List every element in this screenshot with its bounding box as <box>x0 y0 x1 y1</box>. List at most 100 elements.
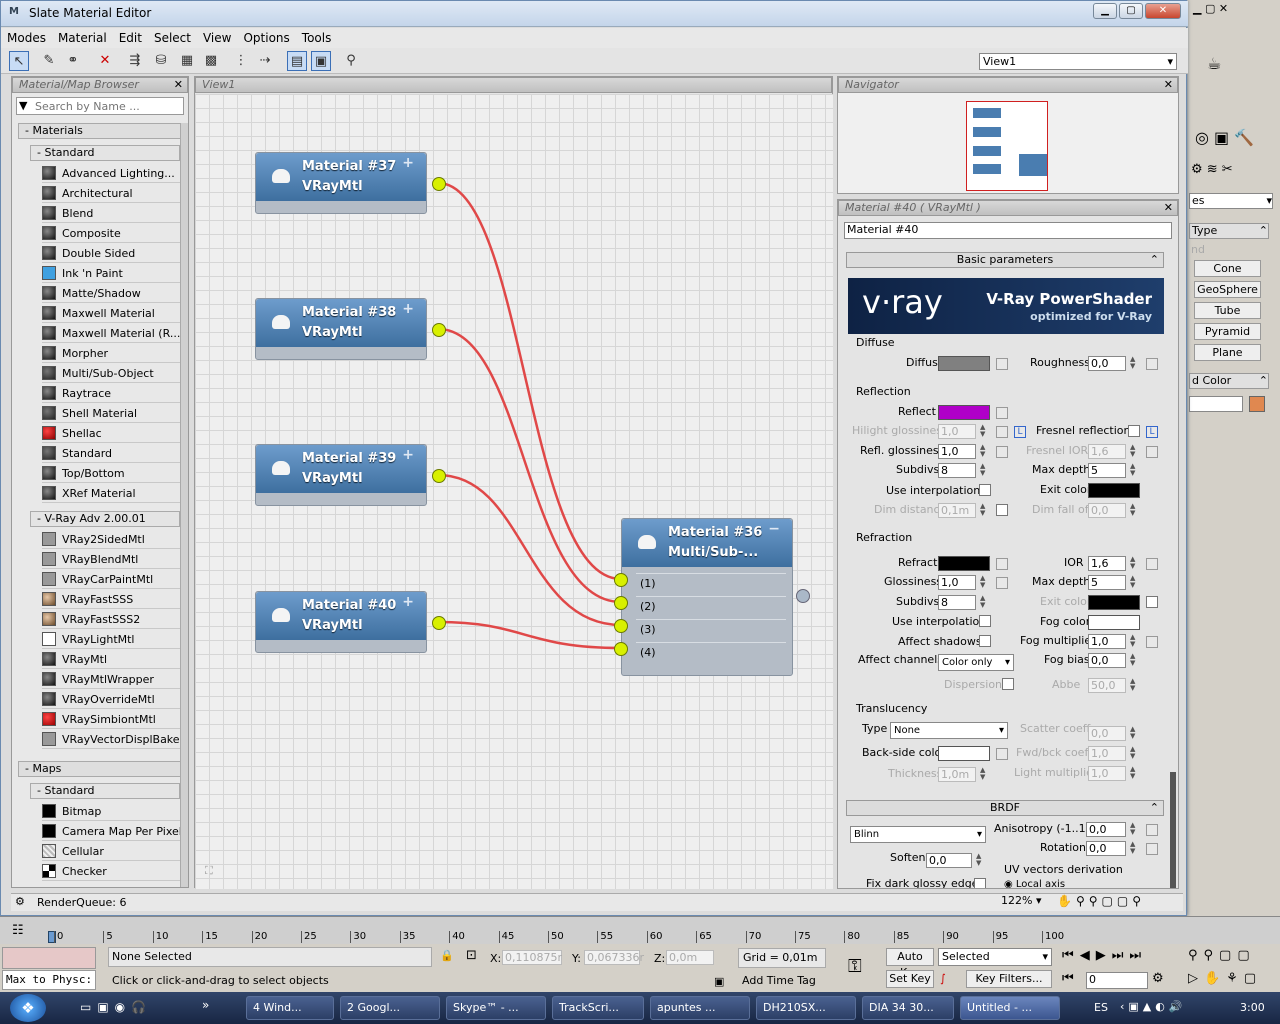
key-selection-dropdown[interactable]: Selected <box>938 948 1052 966</box>
refl-gloss-map-button[interactable] <box>996 446 1008 458</box>
node-material-40[interactable]: Material #40 VRayMtl + <box>255 591 446 653</box>
soften-field[interactable]: 0,0 <box>926 853 972 868</box>
playback-controls-icon[interactable]: ⏮◀▶⏭⏭ <box>1062 948 1147 963</box>
vray-material-item[interactable]: VRayVectorDisplBake <box>42 730 188 749</box>
material-item[interactable]: Top/Bottom <box>42 464 188 483</box>
material-item[interactable]: Advanced Lighting... <box>42 164 188 183</box>
object-type-dropdown[interactable]: es ▾ <box>1189 193 1273 209</box>
fog-color-swatch[interactable] <box>1088 615 1140 630</box>
search-input[interactable] <box>35 99 181 113</box>
expand-icon[interactable]: + <box>402 594 414 610</box>
object-name-field[interactable] <box>1189 396 1243 412</box>
parameter-editor-icon[interactable]: ▣ <box>311 51 331 71</box>
quick-launch-icons[interactable]: ▭▣◉🎧 <box>80 1000 152 1014</box>
vray-material-item[interactable]: VRayBlendMtl <box>42 550 188 569</box>
input-socket-2[interactable] <box>614 596 628 610</box>
layout-horizontal-icon[interactable]: ⇢ <box>255 51 275 71</box>
roughness-spinner[interactable]: ▲ ▼ <box>1130 356 1139 371</box>
soften-spinner[interactable]: ▲ ▼ <box>976 853 985 868</box>
viewport-nav-icons-2[interactable]: ▷✋⚘▢ <box>1188 971 1262 986</box>
affect-shadows-checkbox[interactable] <box>979 635 991 647</box>
subdivs-spinner[interactable]: ▲ ▼ <box>980 463 989 478</box>
vray-material-item[interactable]: VRayFastSSS <box>42 590 188 609</box>
material-item[interactable]: Maxwell Material (R... <box>42 324 188 343</box>
key-tangent-icon[interactable]: ∫ <box>940 972 946 985</box>
vray-material-item[interactable]: VRayCarPaintMtl <box>42 570 188 589</box>
language-indicator[interactable]: ES <box>1094 1001 1108 1014</box>
delete-icon[interactable]: ✕ <box>95 51 115 71</box>
node-material-36[interactable]: Material #36 Multi/Sub-... − (1) (2) (3) … <box>614 518 810 676</box>
materials-group[interactable]: - Materials <box>18 123 186 139</box>
timeline[interactable]: ☷ 0 5 10 15 20 25 30 35 40 45 50 55 60 65 70 75 80 85 90 95… <box>0 916 1280 944</box>
menu-modes[interactable]: Modes <box>1 28 52 48</box>
taskbar-item-active[interactable]: Untitled - ... <box>960 996 1060 1020</box>
expand-icon[interactable]: + <box>402 155 414 171</box>
vray-material-item[interactable]: VRay2SidedMtl <box>42 530 188 549</box>
r-exit-color-checkbox[interactable] <box>1146 596 1158 608</box>
params-header[interactable]: Material #40 ( VRayMtl ) ✕ <box>838 200 1178 216</box>
fresnel-lock-icon[interactable]: L <box>1146 426 1158 438</box>
vray-material-item[interactable]: VRayMtl <box>42 650 188 669</box>
light-mult-spinner[interactable]: ▲ ▼ <box>1130 766 1139 781</box>
local-axis-radio[interactable]: ◉ Local axis <box>1004 879 1065 888</box>
menu-select[interactable]: Select <box>148 28 197 48</box>
maps-group[interactable]: - Maps <box>18 761 186 777</box>
scatter-field[interactable]: 0,0 <box>1088 726 1126 741</box>
map-item[interactable]: Checker <box>42 862 188 881</box>
light-mult-field[interactable]: 1,0 <box>1088 766 1126 781</box>
menu-tools[interactable]: Tools <box>296 28 338 48</box>
collapse-icon[interactable]: − <box>768 521 780 537</box>
show-map-icon[interactable]: ▦ <box>177 51 197 71</box>
rotation-spinner[interactable]: ▲ ▼ <box>1130 841 1139 856</box>
fog-mult-map-button[interactable] <box>1146 636 1158 648</box>
standard-maps-group[interactable]: - Standard <box>30 783 180 799</box>
maximize-button[interactable]: ▢ <box>1119 3 1143 19</box>
brdf-type-dropdown[interactable]: Blinn <box>850 826 986 843</box>
fog-mult-spinner[interactable]: ▲ ▼ <box>1130 634 1139 649</box>
vray-material-item[interactable]: VRayOverrideMtl <box>42 690 188 709</box>
fwd-bck-spinner[interactable]: ▲ ▼ <box>1130 746 1139 761</box>
view-tab[interactable]: View1 <box>195 77 832 93</box>
input-socket-3[interactable] <box>614 619 628 633</box>
material-item[interactable]: Multi/Sub-Object <box>42 364 188 383</box>
fix-dark-checkbox[interactable] <box>974 878 986 888</box>
scatter-spinner[interactable]: ▲ ▼ <box>1130 726 1139 741</box>
time-config-icon[interactable]: ⚙ <box>1152 971 1164 986</box>
navigator-header[interactable]: Navigator ✕ <box>838 77 1178 93</box>
material-item[interactable]: Architectural <box>42 184 188 203</box>
thickness-field[interactable]: 1,0m <box>938 767 976 782</box>
resize-grip-icon[interactable]: ⛶ <box>205 864 213 878</box>
roughness-map-button[interactable] <box>1146 358 1158 370</box>
standard-materials-group[interactable]: - Standard <box>30 145 180 161</box>
set-key-mode-icon[interactable]: ⚿ <box>848 956 862 977</box>
current-frame-field[interactable]: 0 <box>1086 972 1148 989</box>
material-map-browser-icon[interactable]: ▤ <box>287 51 307 71</box>
taskbar-item[interactable]: apuntes ... <box>650 996 750 1020</box>
teapot-icon[interactable]: ☕ <box>1207 54 1221 73</box>
output-socket[interactable] <box>432 616 446 630</box>
material-item[interactable]: Blend <box>42 204 188 223</box>
material-item[interactable]: Standard <box>42 444 188 463</box>
view-navigation-icons[interactable]: ✋⚲⚲▢▢⚲ <box>1057 894 1145 908</box>
taskbar-item[interactable]: 2 Googl... <box>340 996 440 1020</box>
fog-bias-field[interactable]: 0,0 <box>1088 653 1126 668</box>
hilight-field[interactable]: 1,0 <box>938 424 976 439</box>
selection-lock-icon[interactable]: 🔒 <box>440 949 454 962</box>
browser-close-icon[interactable]: ✕ <box>174 78 183 92</box>
title-bar[interactable]: M Slate Material Editor ▁ ▢ ✕ <box>1 1 1188 27</box>
subdivs-field[interactable]: 8 <box>938 463 976 478</box>
affect-channels-dropdown[interactable]: Color only <box>938 654 1014 671</box>
expand-icon[interactable]: + <box>402 447 414 463</box>
backside-color-swatch[interactable] <box>938 746 990 761</box>
taskbar-item[interactable]: Skype™ - ... <box>446 996 546 1020</box>
material-item[interactable]: Matte/Shadow <box>42 284 188 303</box>
expand-icon[interactable]: + <box>402 301 414 317</box>
diffuse-map-button[interactable] <box>996 358 1008 370</box>
ior-map-button[interactable] <box>1146 558 1158 570</box>
pick-material-icon[interactable]: ✎ <box>39 51 59 71</box>
thickness-spinner[interactable]: ▲ ▼ <box>980 767 989 782</box>
dim-falloff-spinner[interactable]: ▲ ▼ <box>1130 503 1139 518</box>
dispersion-checkbox[interactable] <box>1002 678 1014 690</box>
browser-header[interactable]: Material/Map Browser ✕ <box>12 77 188 93</box>
quick-launch-more-icon[interactable]: » <box>202 998 209 1012</box>
